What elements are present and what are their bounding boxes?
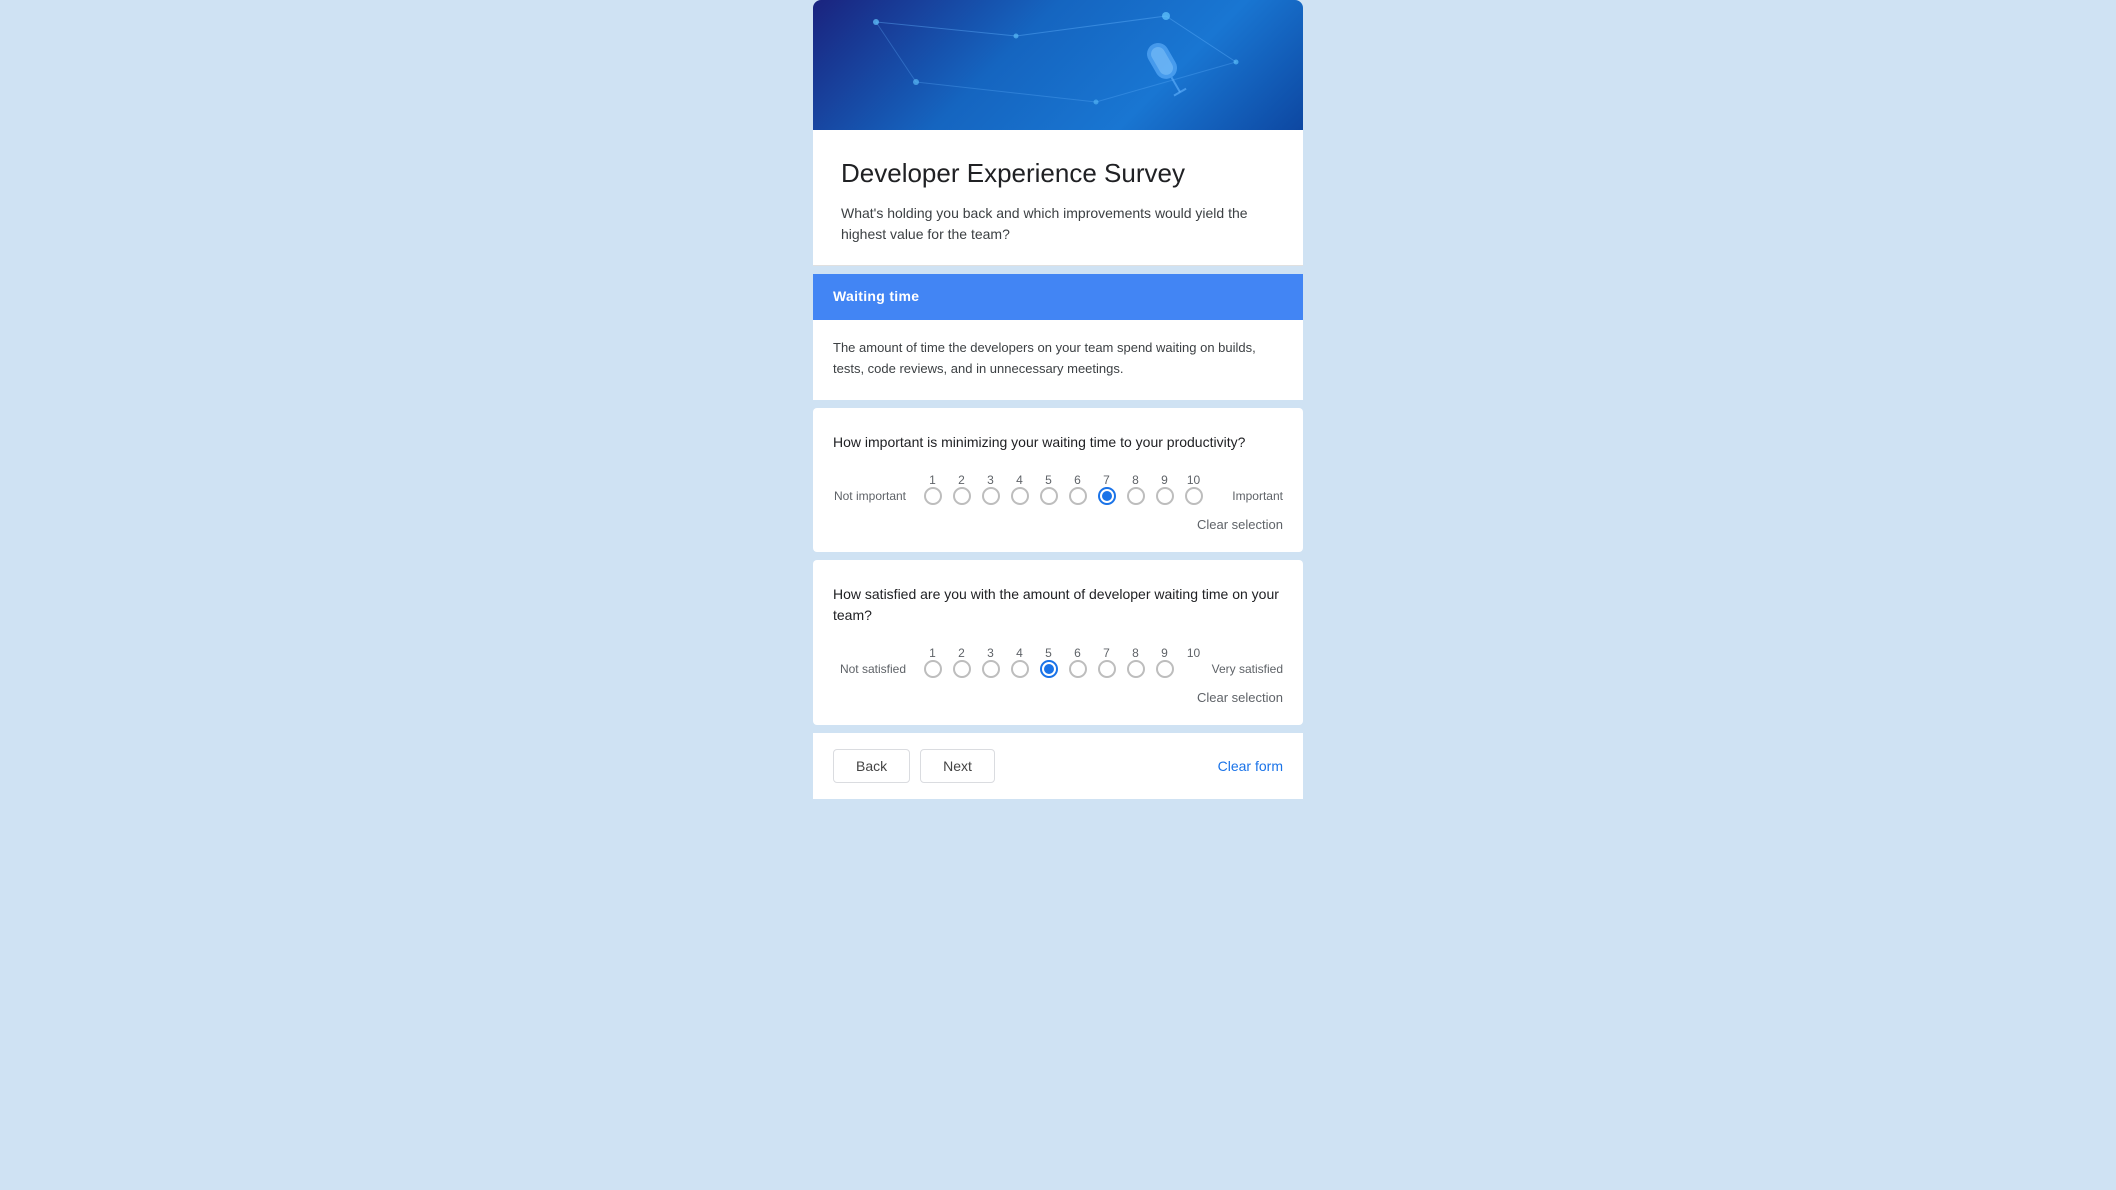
- radio-1-8[interactable]: [1121, 487, 1150, 505]
- radio-1-10[interactable]: [1179, 487, 1208, 505]
- radio-circle-1-5[interactable]: [1040, 487, 1058, 505]
- scale-min-label-2: Not satisfied: [833, 662, 918, 676]
- survey-container: Developer Experience Survey What's holdi…: [813, 0, 1303, 799]
- radio-2-5[interactable]: [1034, 660, 1063, 678]
- scale-max-label-2: Very satisfied: [1212, 662, 1283, 676]
- survey-subtitle: What's holding you back and which improv…: [841, 203, 1275, 245]
- radio-circle-2-9[interactable]: [1156, 660, 1174, 678]
- radio-circle-1-9[interactable]: [1156, 487, 1174, 505]
- radio-1-4[interactable]: [1005, 487, 1034, 505]
- scale-nums-1: 1 2 3 4 5 6 7 8 9 10: [918, 473, 1283, 487]
- survey-banner: [813, 0, 1303, 130]
- radio-1-1[interactable]: [918, 487, 947, 505]
- scale-num-1-10: 10: [1179, 473, 1208, 487]
- radio-2-6[interactable]: [1063, 660, 1092, 678]
- radio-circle-1-7[interactable]: [1098, 487, 1116, 505]
- scale-num-2-1: 1: [918, 646, 947, 660]
- next-button[interactable]: Next: [920, 749, 995, 783]
- question-card-2: How satisfied are you with the amount of…: [813, 560, 1303, 725]
- scale-num-2-10: 10: [1179, 646, 1208, 660]
- radio-circle-1-4[interactable]: [1011, 487, 1029, 505]
- radio-2-2[interactable]: [947, 660, 976, 678]
- scale-min-label-1: Not important: [833, 489, 918, 503]
- radio-1-3[interactable]: [976, 487, 1005, 505]
- scale-num-2-2: 2: [947, 646, 976, 660]
- scale-radios-row-1: Not important Important: [833, 487, 1283, 505]
- scale-max-label-1: Important: [1232, 489, 1283, 503]
- scale-num-2-4: 4: [1005, 646, 1034, 660]
- radio-2-7[interactable]: [1092, 660, 1121, 678]
- radio-circle-1-2[interactable]: [953, 487, 971, 505]
- radio-circle-2-5[interactable]: [1040, 660, 1058, 678]
- clear-form-button[interactable]: Clear form: [1218, 758, 1283, 774]
- question-card-1: How important is minimizing your waiting…: [813, 408, 1303, 552]
- radio-circle-2-3[interactable]: [982, 660, 1000, 678]
- scale-num-1-1: 1: [918, 473, 947, 487]
- scale-num-1-2: 2: [947, 473, 976, 487]
- radio-1-2[interactable]: [947, 487, 976, 505]
- topic-header-text: Waiting time: [833, 288, 919, 304]
- radio-2-8[interactable]: [1121, 660, 1150, 678]
- radio-1-9[interactable]: [1150, 487, 1179, 505]
- page-wrapper: Developer Experience Survey What's holdi…: [0, 0, 2116, 1190]
- survey-title-section: Developer Experience Survey What's holdi…: [813, 130, 1303, 266]
- radio-circle-2-7[interactable]: [1098, 660, 1116, 678]
- radio-circle-2-1[interactable]: [924, 660, 942, 678]
- radio-circle-2-4[interactable]: [1011, 660, 1029, 678]
- scale-num-1-9: 9: [1150, 473, 1179, 487]
- nav-section: Back Next Clear form: [813, 733, 1303, 799]
- scale-numbers-row-1: 1 2 3 4 5 6 7 8 9 10: [833, 473, 1283, 487]
- scale-num-1-6: 6: [1063, 473, 1092, 487]
- back-button[interactable]: Back: [833, 749, 910, 783]
- topic-description: The amount of time the developers on you…: [813, 320, 1303, 400]
- radio-2-1[interactable]: [918, 660, 947, 678]
- scale-radios-2: [918, 660, 1202, 678]
- radio-1-6[interactable]: [1063, 487, 1092, 505]
- scale-radios-1: [918, 487, 1222, 505]
- radio-2-3[interactable]: [976, 660, 1005, 678]
- scale-num-1-7: 7: [1092, 473, 1121, 487]
- survey-title: Developer Experience Survey: [841, 158, 1275, 189]
- radio-2-9[interactable]: [1150, 660, 1179, 678]
- scale-nums-2: 1 2 3 4 5 6 7 8 9 10: [918, 646, 1283, 660]
- radio-2-4[interactable]: [1005, 660, 1034, 678]
- topic-header: Waiting time: [813, 274, 1303, 320]
- question-text-1: How important is minimizing your waiting…: [833, 432, 1283, 453]
- radio-circle-2-2[interactable]: [953, 660, 971, 678]
- radio-circle-2-8[interactable]: [1127, 660, 1145, 678]
- scale-num-2-8: 8: [1121, 646, 1150, 660]
- radio-circle-1-10[interactable]: [1185, 487, 1203, 505]
- radio-circle-1-1[interactable]: [924, 487, 942, 505]
- topic-section: Waiting time The amount of time the deve…: [813, 274, 1303, 400]
- scale-num-1-5: 5: [1034, 473, 1063, 487]
- scale-radios-row-2: Not satisfied Very satisfied: [833, 660, 1283, 678]
- scale-num-2-5: 5: [1034, 646, 1063, 660]
- scale-num-2-3: 3: [976, 646, 1005, 660]
- radio-1-7[interactable]: [1092, 487, 1121, 505]
- scale-num-2-9: 9: [1150, 646, 1179, 660]
- nav-left: Back Next: [833, 749, 995, 783]
- rating-scale-1: 1 2 3 4 5 6 7 8 9 10 Not important: [833, 473, 1283, 505]
- radio-circle-2-6[interactable]: [1069, 660, 1087, 678]
- scale-num-1-3: 3: [976, 473, 1005, 487]
- radio-1-5[interactable]: [1034, 487, 1063, 505]
- radio-circle-1-3[interactable]: [982, 487, 1000, 505]
- scale-num-2-7: 7: [1092, 646, 1121, 660]
- rating-scale-2: 1 2 3 4 5 6 7 8 9 10 Not satisfied: [833, 646, 1283, 678]
- radio-circle-1-6[interactable]: [1069, 487, 1087, 505]
- clear-selection-1[interactable]: Clear selection: [833, 517, 1283, 532]
- scale-num-1-4: 4: [1005, 473, 1034, 487]
- radio-circle-1-8[interactable]: [1127, 487, 1145, 505]
- scale-numbers-row-2: 1 2 3 4 5 6 7 8 9 10: [833, 646, 1283, 660]
- scale-num-2-6: 6: [1063, 646, 1092, 660]
- clear-selection-2[interactable]: Clear selection: [833, 690, 1283, 705]
- scale-num-1-8: 8: [1121, 473, 1150, 487]
- question-text-2: How satisfied are you with the amount of…: [833, 584, 1283, 626]
